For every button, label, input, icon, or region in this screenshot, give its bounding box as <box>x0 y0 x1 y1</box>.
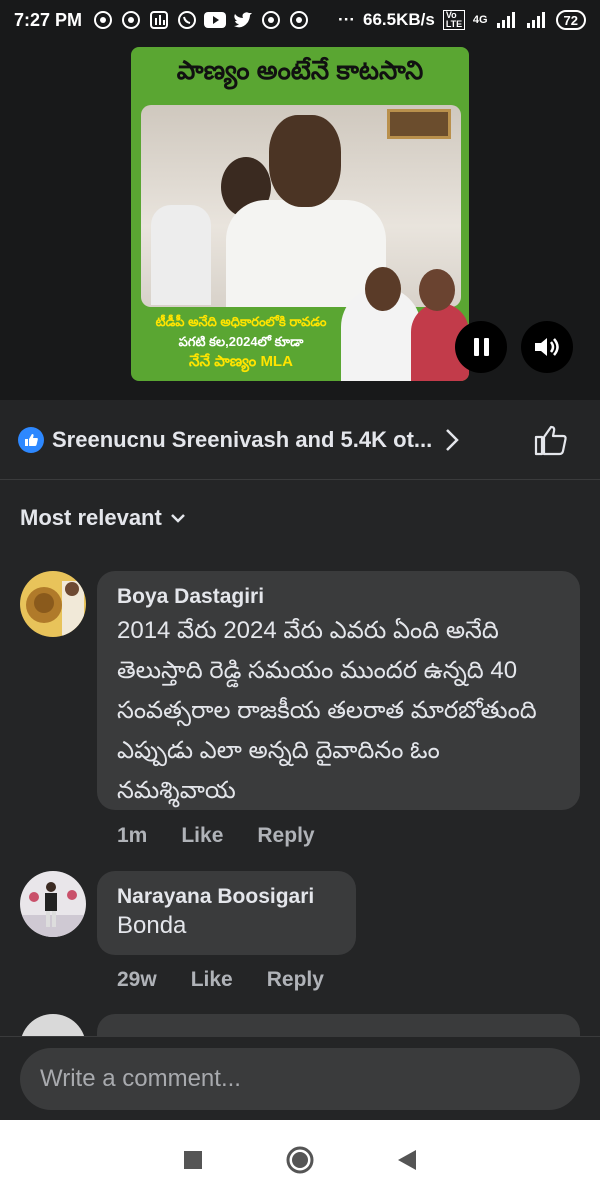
speaker-head <box>269 115 341 207</box>
comment-composer <box>0 1036 600 1120</box>
video-player[interactable]: పాణ్యం అంటేనే కాటసాని టీడీపీ అనేది అధికా… <box>0 40 600 400</box>
comment-actions: 1m Like Reply <box>117 824 315 848</box>
signal-icon <box>526 9 548 31</box>
recents-button[interactable] <box>173 1140 213 1180</box>
comment-text: 2014 వేరు 2024 వేరు ఎవరు ఏంది అనేది తెలు… <box>117 617 537 804</box>
comment: Narayana Boosigari Bonda 29w Like Reply <box>20 871 580 1001</box>
avatar[interactable] <box>20 871 86 937</box>
sort-dropdown[interactable]: Most relevant <box>20 505 186 531</box>
volte-icon: Vo LTE <box>442 10 465 30</box>
comment-bubble[interactable]: Narayana Boosigari Bonda <box>97 871 356 955</box>
reactions-summary[interactable]: Sreenucnu Sreenivash and 5.4K ot... <box>0 400 600 480</box>
battery-icon: 72 <box>555 10 586 30</box>
chevron-down-icon <box>170 514 185 523</box>
app-notification-icon <box>288 9 310 31</box>
video-headline: పాణ్యం అంటేనే కాటసాని <box>176 55 424 85</box>
status-right: ··· 66.5KB/s Vo LTE 4G 72 <box>338 9 586 31</box>
caption-line-3: నేనే పాణ్యం MLA <box>189 353 293 370</box>
volume-button[interactable] <box>521 321 573 373</box>
stats-app-icon <box>148 9 170 31</box>
comment-input[interactable] <box>20 1048 580 1110</box>
wall-frame <box>387 109 451 139</box>
caption-line-2: పగటి కల,2024లో కూడా <box>178 334 304 349</box>
comment-author[interactable]: Boya Dastagiri <box>117 585 560 609</box>
chevron-right-icon <box>446 428 460 451</box>
signal-icon <box>496 9 518 31</box>
avatar[interactable] <box>20 571 86 637</box>
comment-actions: 29w Like Reply <box>117 968 324 992</box>
comment-bubble[interactable]: Boya Dastagiri 2014 వేరు 2024 వేరు ఎవరు … <box>97 571 580 810</box>
speaker-icon <box>535 338 559 356</box>
youtube-icon <box>204 9 227 31</box>
comment-time: 1m <box>117 824 148 847</box>
twitter-icon <box>232 9 254 31</box>
status-bar: 7:27 PM ··· 66.5KB/s Vo LTE 4G 72 <box>0 0 600 40</box>
network-label: 4G <box>472 14 488 26</box>
net-speed: 66.5KB/s <box>363 10 435 29</box>
video-caption: టీడీపీ అనేది అధికారంలోకి రావడం పగటి కల,2… <box>141 312 341 372</box>
inset-person-head <box>365 267 401 311</box>
status-time: 7:27 PM <box>14 9 83 30</box>
comment: Boya Dastagiri 2014 వేరు 2024 వేరు ఎవరు … <box>20 571 580 861</box>
video-thumbnail[interactable]: పాణ్యం అంటేనే కాటసాని టీడీపీ అనేది అధికా… <box>131 47 469 381</box>
back-button[interactable] <box>387 1140 427 1180</box>
app-notification-icon <box>260 9 282 31</box>
system-nav-bar <box>0 1120 600 1200</box>
pause-button[interactable] <box>455 321 507 373</box>
reactions-text[interactable]: Sreenucnu Sreenivash and 5.4K ot... <box>52 427 432 453</box>
app-notification-icon <box>120 9 142 31</box>
like-button-icon[interactable] <box>534 424 568 456</box>
like-link[interactable]: Like <box>181 824 223 848</box>
square-icon <box>184 1151 203 1169</box>
whatsapp-icon <box>176 9 198 31</box>
pause-icon <box>473 338 489 356</box>
comment-author[interactable]: Narayana Boosigari <box>117 885 336 909</box>
comment-time: 29w <box>117 968 157 991</box>
notification-icons <box>92 9 310 31</box>
like-link[interactable]: Like <box>191 968 233 992</box>
comment-text: Bonda <box>117 912 187 939</box>
like-reaction-icon <box>18 426 44 453</box>
more-notifications: ··· <box>338 10 356 29</box>
circle-icon <box>286 1146 314 1174</box>
sort-label: Most relevant <box>20 505 162 530</box>
caption-line-1: టీడీపీ అనేది అధికారంలోకి రావడం <box>155 314 327 329</box>
reply-link[interactable]: Reply <box>257 824 314 848</box>
reply-link[interactable]: Reply <box>267 968 324 992</box>
background-person <box>151 205 211 305</box>
triangle-back-icon <box>397 1150 416 1170</box>
inset-photos <box>341 267 469 381</box>
app-notification-icon <box>92 9 114 31</box>
inset-person-head <box>419 269 455 311</box>
home-button[interactable] <box>280 1140 320 1180</box>
